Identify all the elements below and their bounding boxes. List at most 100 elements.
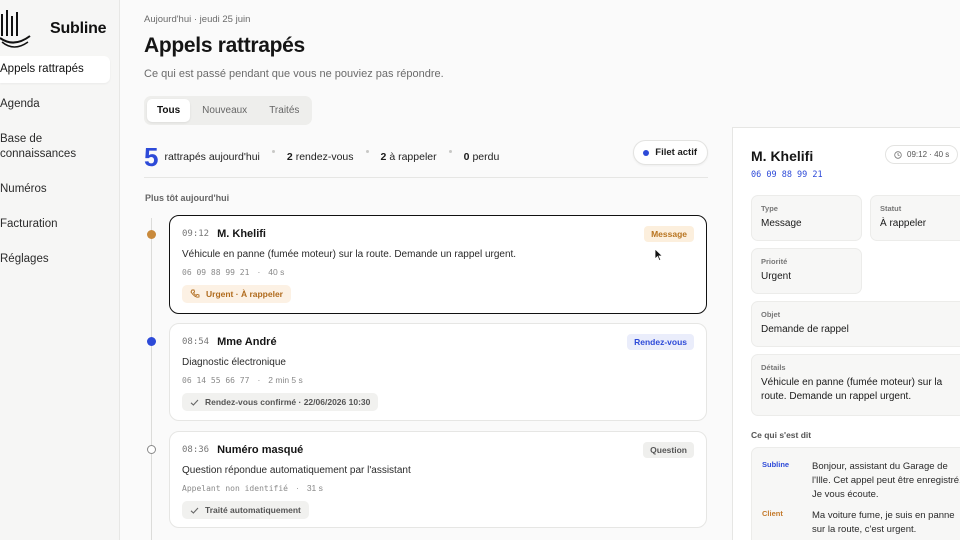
detail-caller-name: M. Khelifi (751, 148, 814, 164)
check-icon (190, 399, 199, 406)
sidebar-item-numeros[interactable]: Numéros (0, 176, 110, 203)
field-label: Objet (761, 310, 781, 319)
timeline-line (151, 218, 152, 540)
field-value: Message (761, 218, 802, 229)
type-badge: Rendez-vous (627, 334, 694, 350)
caught-count: 5 (144, 141, 159, 172)
sidebar-nav: Appels rattrapés Agenda Base de connaiss… (0, 56, 110, 273)
field-label: Statut (880, 204, 902, 213)
stat-separator (365, 150, 369, 153)
detail-timer: 09:12 · 40 s (885, 145, 959, 164)
brand[interactable]: Subline (0, 8, 107, 50)
call-card[interactable]: 08:54 Mme André Rendez-vous Diagnostic é… (169, 323, 707, 421)
status-chip-label: Rendez-vous confirmé · 22/06/2026 10:30 (205, 397, 371, 407)
filet-actif-toggle[interactable]: Filet actif (633, 140, 708, 165)
call-duration: 31 s (306, 483, 323, 493)
tab-traites[interactable]: Traités (259, 99, 309, 122)
sidebar-item-facturation[interactable]: Facturation (0, 211, 110, 238)
sidebar-item-base-de-connaissances[interactable]: Base de connaissances (0, 126, 80, 168)
call-detail-panel: M. Khelifi 06 09 88 99 21 09:12 · 40 s T… (732, 127, 960, 540)
stat-separator (271, 150, 275, 153)
section-label: Plus tôt aujourd'hui (145, 193, 230, 203)
field-label: Type (761, 204, 778, 213)
rdv-label: rendez-vous (295, 150, 354, 163)
conversation-message: Subline Bonjour, assistant du Garage de … (762, 460, 960, 502)
field-details: Détails Véhicule en panne (fumée moteur)… (751, 354, 960, 416)
call-description: Véhicule en panne (fumée moteur) sur la … (182, 249, 517, 260)
caller-name: Mme André (217, 336, 277, 348)
phone-icon (190, 289, 200, 298)
stat-separator (448, 150, 452, 153)
timeline-dot-blue (147, 337, 156, 346)
call-duration: 2 min 5 s (268, 375, 303, 385)
tab-tous[interactable]: Tous (147, 99, 191, 122)
field-status: Statut À rappeler (870, 195, 960, 241)
meta-separator: · (257, 375, 261, 385)
call-duration: 40 s (268, 267, 285, 277)
conversation-message: Client Ma voiture fume, je suis en panne… (762, 509, 960, 537)
sidebar-item-reglages[interactable]: Réglages (0, 246, 110, 273)
message-line: l'Ille. Cet appel peut être enregistré. (812, 475, 960, 486)
field-value: Urgent (761, 271, 792, 282)
message-line: Je vous écoute. (812, 489, 879, 500)
message-sender: Subline (762, 460, 790, 469)
message-line: Ma voiture fume, je suis en panne (812, 510, 955, 521)
callback-label: à rappeler (389, 150, 437, 163)
sidebar-item-agenda[interactable]: Agenda (0, 91, 110, 118)
field-type: Type Message (751, 195, 862, 241)
sail-logo-icon (0, 10, 31, 48)
date-label: Aujourd'hui · jeudi 25 juin (144, 14, 251, 25)
call-card[interactable]: 08:36 Numéro masqué Question Question ré… (169, 431, 707, 528)
sidebar-item-appels-rattrapes[interactable]: Appels rattrapés (0, 56, 110, 83)
status-chip-label: Traité automatiquement (205, 505, 301, 515)
status-chip: Traité automatiquement (182, 501, 309, 519)
caller-phone: Appelant non identifié (182, 483, 288, 493)
message-text: Bonjour, assistant du Garage de l'Ille. … (812, 460, 960, 502)
conversation-label: Ce qui s'est dit (751, 430, 812, 440)
caller-name: M. Khelifi (217, 228, 266, 240)
timeline-dot-orange (147, 230, 156, 239)
status-dot-icon (643, 149, 650, 156)
sidebar: Subline Appels rattrapés Agenda Base de … (0, 0, 120, 540)
call-time: 08:36 (182, 445, 210, 455)
filet-label: Filet actif (655, 147, 697, 158)
detail-timer-label: 09:12 · 40 s (907, 150, 950, 159)
call-description: Question répondue automatiquement par l'… (182, 465, 411, 476)
stats-bar: 5 rattrapés aujourd'hui 2 rendez-vous 2 … (144, 136, 708, 178)
type-badge: Question (643, 442, 694, 458)
tab-nouveaux[interactable]: Nouveaux (192, 99, 257, 122)
field-label: Priorité (761, 257, 788, 266)
lost-label: perdu (472, 150, 500, 163)
conversation: Subline Bonjour, assistant du Garage de … (751, 447, 960, 540)
callback-count: 2 (380, 150, 387, 163)
lost-count: 0 (463, 150, 470, 163)
caller-phone: 06 09 88 99 21 (182, 267, 250, 277)
field-value: À rappeler (880, 218, 927, 229)
caller-phone: 06 14 55 66 77 (182, 375, 250, 385)
meta-separator: · (295, 483, 299, 493)
filter-tabs: Tous Nouveaux Traités (144, 96, 313, 125)
rdv-count: 2 (286, 150, 293, 163)
message-sender: Client (762, 509, 783, 518)
check-icon (190, 507, 199, 514)
message-line: sur la route, c'est urgent. (812, 524, 917, 535)
field-value: Demande de rappel (761, 324, 849, 335)
clock-icon (894, 150, 902, 159)
call-description: Diagnostic électronique (182, 357, 286, 368)
detail-phone[interactable]: 06 09 88 99 21 (751, 170, 823, 180)
status-chip-label: Urgent · À rappeler (206, 289, 283, 299)
message-text: Ma voiture fume, je suis en panne sur la… (812, 509, 960, 537)
call-card[interactable]: 09:12 M. Khelifi Message Véhicule en pan… (169, 215, 707, 314)
page-title: Appels rattrapés (144, 34, 305, 57)
field-value: Véhicule en panne (fumée moteur) sur la … (761, 377, 943, 402)
field-label: Détails (761, 363, 786, 372)
caller-name: Numéro masqué (217, 444, 304, 456)
field-subject: Objet Demande de rappel (751, 301, 960, 347)
timeline-dot-empty (147, 445, 156, 454)
meta-separator: · (257, 267, 261, 277)
message-line: Bonjour, assistant du Garage de (812, 461, 948, 472)
page-subtitle: Ce qui est passé pendant que vous ne pou… (144, 68, 444, 80)
main-content: Aujourd'hui · jeudi 25 juin Appels rattr… (120, 0, 732, 540)
brand-name: Subline (50, 20, 107, 37)
status-chip: Rendez-vous confirmé · 22/06/2026 10:30 (182, 393, 379, 411)
